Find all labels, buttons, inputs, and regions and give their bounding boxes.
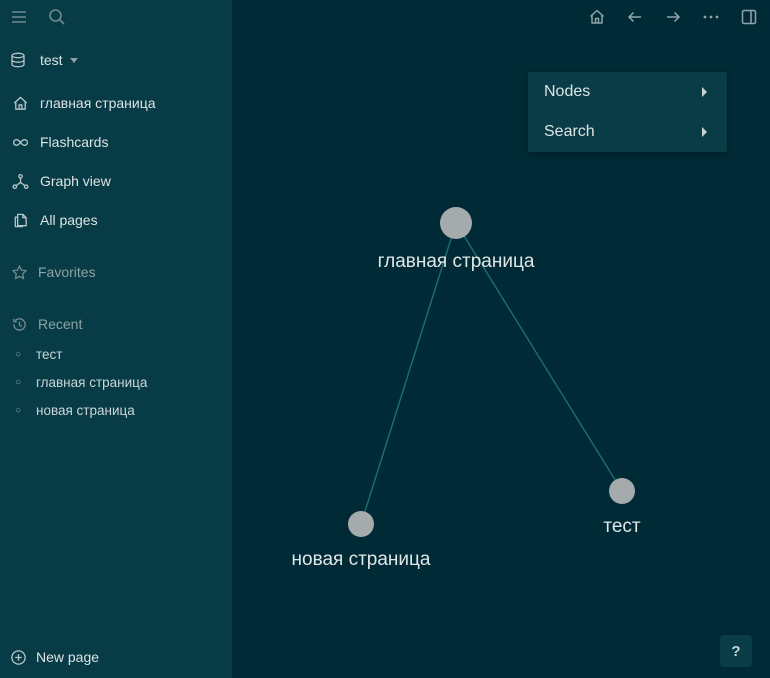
chevron-right-icon [702,87,707,97]
recent-item-label: тест [36,346,63,362]
bullet-icon: ○ [14,404,22,416]
more-icon[interactable] [701,7,721,27]
sidebar-item-label: All pages [40,212,98,228]
graph-node[interactable] [348,511,374,537]
recent-item[interactable]: ○ главная страница [0,370,147,394]
chevron-right-icon [702,127,707,137]
graph-icon [0,173,40,190]
sidebar-item-flashcards[interactable]: Flashcards [0,124,232,160]
menu-icon[interactable] [9,7,29,27]
sidebar-item-graph-view[interactable]: Graph view [0,163,232,199]
graph-node[interactable] [440,207,472,239]
left-sidebar: test главная страница Flashcards Graph v… [0,0,232,678]
graph-node-label: тест [603,516,641,537]
recent-label: Recent [38,316,83,332]
sidebar-item-label: Flashcards [40,134,109,150]
search-icon[interactable] [47,7,67,27]
star-icon [0,264,38,281]
sidebar-item-journals[interactable]: главная страница [0,85,232,121]
bullet-icon: ○ [14,348,22,360]
sidebar-item-all-pages[interactable]: All pages [0,202,232,238]
history-icon [0,316,38,333]
help-button[interactable]: ? [720,635,752,667]
sidebar-item-label: главная страница [40,95,156,111]
pages-icon [0,212,40,229]
recent-item[interactable]: ○ новая страница [0,398,135,422]
recent-item-label: главная страница [36,374,148,390]
home-icon [0,95,40,112]
database-icon [0,52,36,68]
menu-item-nodes[interactable]: Nodes [528,72,727,112]
new-page-button[interactable]: New page [0,642,232,672]
arrow-left-icon[interactable] [625,7,645,27]
recent-item[interactable]: ○ тест [0,342,63,366]
graph-node-label: новая страница [292,549,431,570]
graph-settings-menu: Nodes Search [528,72,727,152]
plus-circle-icon [0,649,36,666]
bullet-icon: ○ [14,376,22,388]
favorites-header[interactable]: Favorites [0,257,232,287]
graph-node[interactable] [609,478,635,504]
favorites-label: Favorites [38,264,96,280]
new-page-label: New page [36,649,100,665]
chevron-down-icon [69,57,78,63]
sidebar-item-label: Graph view [40,173,111,189]
menu-item-label: Search [544,123,595,140]
graph-name: test [40,52,63,68]
recent-header[interactable]: Recent [0,309,232,339]
recent-item-label: новая страница [36,402,135,418]
infinity-icon [0,134,40,151]
graph-selector[interactable]: test [0,44,232,76]
home-icon[interactable] [587,7,607,27]
sidebar-right-icon[interactable] [739,7,759,27]
menu-item-label: Nodes [544,83,591,100]
arrow-right-icon[interactable] [663,7,683,27]
graph-node-label: главная страница [378,251,535,272]
menu-item-search[interactable]: Search [528,112,727,152]
